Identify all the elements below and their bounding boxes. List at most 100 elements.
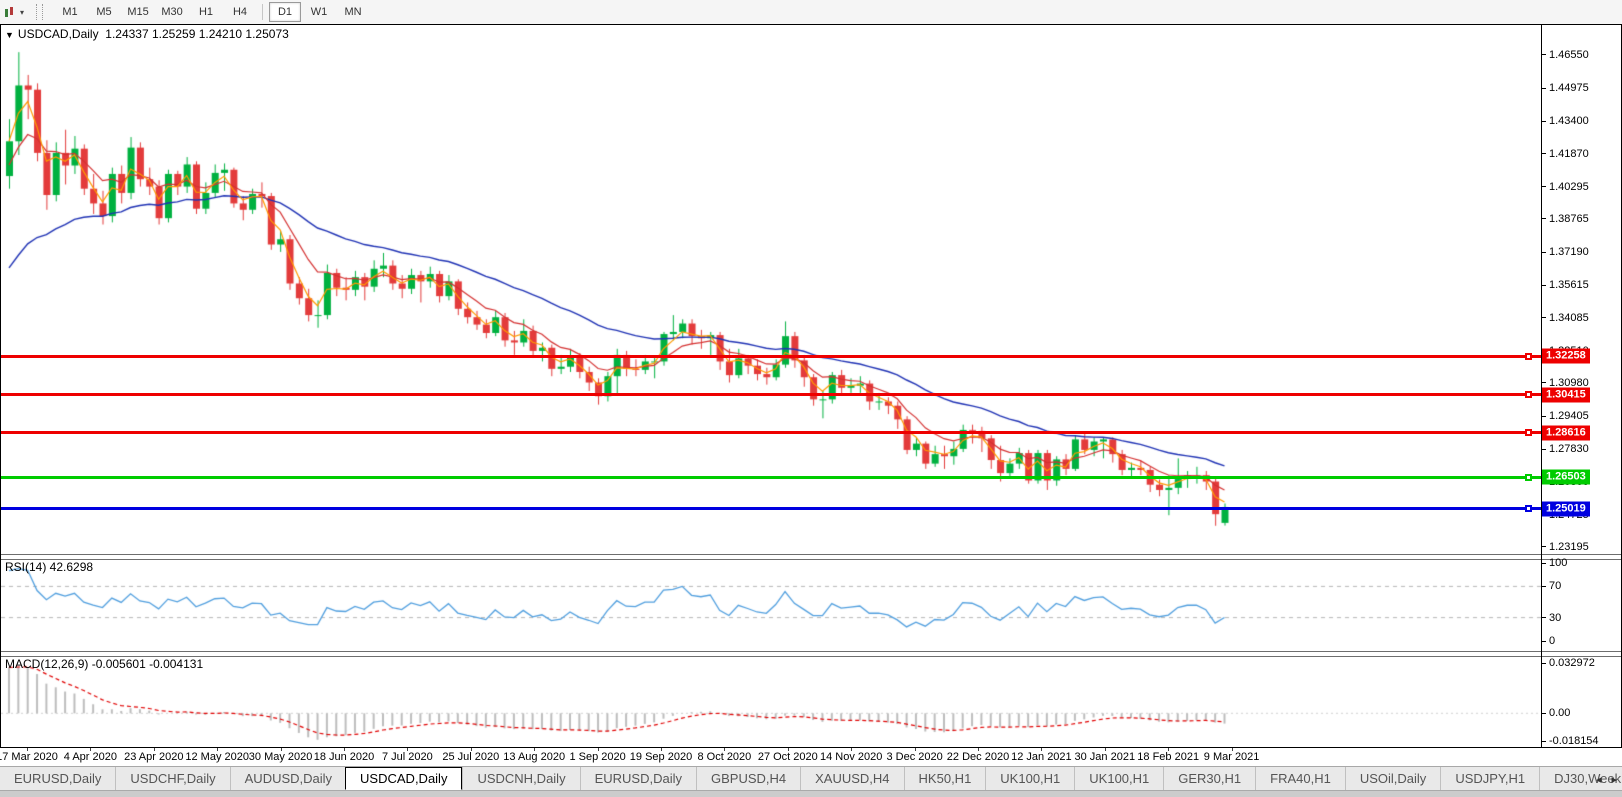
chart-title: ▼USDCAD,Daily 1.24337 1.25259 1.24210 1.… [5,27,289,41]
chart-tab-usdcnh-daily[interactable]: USDCNH,Daily [462,767,579,790]
resistance-2-line[interactable] [1,393,1541,396]
timeframe-button-m15[interactable]: M15 [122,2,154,22]
candlestick-chart-icon [4,6,17,19]
date-axis-label: 22 Dec 2020 [947,751,1009,763]
price-axis-tick: 1.46550 [1542,49,1589,61]
rsi-axis-tick: 30 [1542,612,1561,624]
date-axis-label: 18 Jun 2020 [314,751,375,763]
chart-tab-usdchf-daily[interactable]: USDCHF,Daily [115,767,229,790]
timeframe-toolbar: ▾ M1M5M15M30H1H4 D1W1MN [0,0,1622,25]
chart-window: ▼USDCAD,Daily 1.24337 1.25259 1.24210 1.… [0,24,1622,748]
date-axis-label: 12 Jan 2021 [1011,751,1072,763]
status-strip [0,790,1622,797]
price-axis-tick: 1.35615 [1542,279,1589,291]
support-green-handle[interactable] [1525,474,1532,481]
date-axis: 17 Mar 2020 4 Apr 2020 23 Apr 202012 May 2… [0,748,1622,766]
chart-tab-usdcad-daily[interactable]: USDCAD,Daily [345,767,462,790]
toolbar-separator [262,4,263,20]
tab-scroll-controls: ◂ ▸ [1593,768,1620,790]
date-axis-label: 3 Dec 2020 [886,751,942,763]
price-axis-tick: 1.43400 [1542,115,1589,127]
date-axis-label: 17 Mar 2020 [0,751,58,763]
trading-terminal: ▾ M1M5M15M30H1H4 D1W1MN ▼ USDCAD,Daily 1.2… [0,0,1622,797]
price-axis-tick: 1.44975 [1542,82,1589,94]
support-green-line[interactable] [1,476,1541,479]
rsi-axis-tick: 0 [1542,635,1555,647]
chart-tab-fra40-h1[interactable]: FRA40,H1 [1255,767,1345,790]
chart-tab-usdjpy-h1[interactable]: USDJPY,H1 [1440,767,1539,790]
rsi-label: RSI(14) 42.6298 [5,560,93,574]
date-axis-label: 13 Aug 2020 [503,751,565,763]
chart-tab-eurusd-daily[interactable]: EURUSD,Daily [580,767,696,790]
price-axis-separator [1541,25,1542,747]
date-axis-label: 27 Oct 2020 [758,751,818,763]
toolbar-grip [36,4,43,20]
date-axis-label: 25 Jul 2020 [442,751,499,763]
resistance-3-price-label: 1.28616 [1542,425,1590,440]
price-axis-tick: 1.23195 [1542,541,1589,553]
date-axis-label: 8 Oct 2020 [697,751,751,763]
timeframe-button-mn[interactable]: MN [337,2,369,22]
rsi-chart-canvas[interactable] [1,558,1541,651]
resistance-3-line[interactable] [1,431,1541,434]
date-axis-label: 12 May 2020 [185,751,249,763]
chart-tab-eurusd-daily[interactable]: EURUSD,Daily [0,767,115,790]
macd-panel: MACD(12,26,9) -0.005601 -0.004131 0.0329… [1,655,1621,747]
chart-tab-gbpusd-h4[interactable]: GBPUSD,H4 [696,767,800,790]
resistance-1-line[interactable] [1,355,1541,358]
price-axis-tick: 1.27830 [1542,443,1589,455]
macd-label: MACD(12,26,9) -0.005601 -0.004131 [5,657,203,671]
rsi-axis-tick: 100 [1542,558,1567,569]
macd-axis-tick: 0.032972 [1542,657,1595,669]
support-blue-price-label: 1.25019 [1542,501,1590,516]
chart-title-symbol: USDCAD,Daily [18,27,99,41]
price-chart-canvas[interactable] [1,25,1541,554]
resistance-1-handle[interactable] [1525,353,1532,360]
resistance-1-price-label: 1.32258 [1542,349,1590,364]
date-axis-label: 23 Apr 2020 [124,751,183,763]
resistance-3-handle[interactable] [1525,429,1532,436]
date-axis-label: 30 May 2020 [249,751,313,763]
timeframe-button-h1[interactable]: H1 [190,2,222,22]
tab-scroll-left-icon[interactable]: ◂ [1593,773,1605,786]
chart-tab-xauusd-h4[interactable]: XAUUSD,H4 [800,767,903,790]
chart-tab-ger30-h1[interactable]: GER30,H1 [1163,767,1255,790]
support-blue-line[interactable] [1,507,1541,510]
chart-tab-usoil-daily[interactable]: USOil,Daily [1345,767,1440,790]
tab-scroll-right-icon[interactable]: ▸ [1608,773,1620,786]
timeframe-button-m30[interactable]: M30 [156,2,188,22]
resistance-2-price-label: 1.30415 [1542,387,1590,402]
price-axis-tick: 1.34085 [1542,312,1589,324]
date-axis-label: 4 Apr 2020 [64,751,117,763]
support-blue-handle[interactable] [1525,505,1532,512]
timeframe-button-h4[interactable]: H4 [224,2,256,22]
chevron-down-icon[interactable]: ▾ [20,8,24,17]
price-axis-tick: 1.37190 [1542,246,1589,258]
date-axis-label: 30 Jan 2021 [1075,751,1136,763]
chart-tab-uk100-h1[interactable]: UK100,H1 [985,767,1074,790]
date-axis-label: 9 Mar 2021 [1204,751,1260,763]
price-axis-tick: 1.41870 [1542,148,1589,160]
date-axis-label: 7 Jul 2020 [382,751,433,763]
timeframe-button-w1[interactable]: W1 [303,2,335,22]
collapse-icon[interactable]: ▼ [5,30,14,40]
date-axis-label: 1 Sep 2020 [569,751,625,763]
timeframe-button-d1[interactable]: D1 [269,2,301,22]
chart-type-button[interactable]: ▾ [4,6,24,19]
price-axis-tick: 1.38765 [1542,213,1589,225]
macd-axis-tick: 0.00 [1542,707,1570,719]
price-panel: ▼USDCAD,Daily 1.24337 1.25259 1.24210 1.… [1,25,1621,554]
chart-tab-uk100-h1[interactable]: UK100,H1 [1074,767,1163,790]
chart-tab-bar: EURUSD,DailyUSDCHF,DailyAUDUSD,DailyUSDC… [0,766,1622,790]
chart-tab-audusd-daily[interactable]: AUDUSD,Daily [230,767,346,790]
resistance-2-handle[interactable] [1525,391,1532,398]
date-axis-label: 19 Sep 2020 [630,751,692,763]
date-axis-label: 14 Nov 2020 [820,751,882,763]
timeframe-button-m1[interactable]: M1 [54,2,86,22]
date-axis-label: 18 Feb 2021 [1137,751,1199,763]
macd-axis-tick: -0.018154 [1542,735,1599,747]
timeframe-button-m5[interactable]: M5 [88,2,120,22]
chart-tab-hk50-h1[interactable]: HK50,H1 [904,767,986,790]
rsi-axis-tick: 70 [1542,580,1561,592]
macd-chart-canvas[interactable] [1,655,1541,747]
